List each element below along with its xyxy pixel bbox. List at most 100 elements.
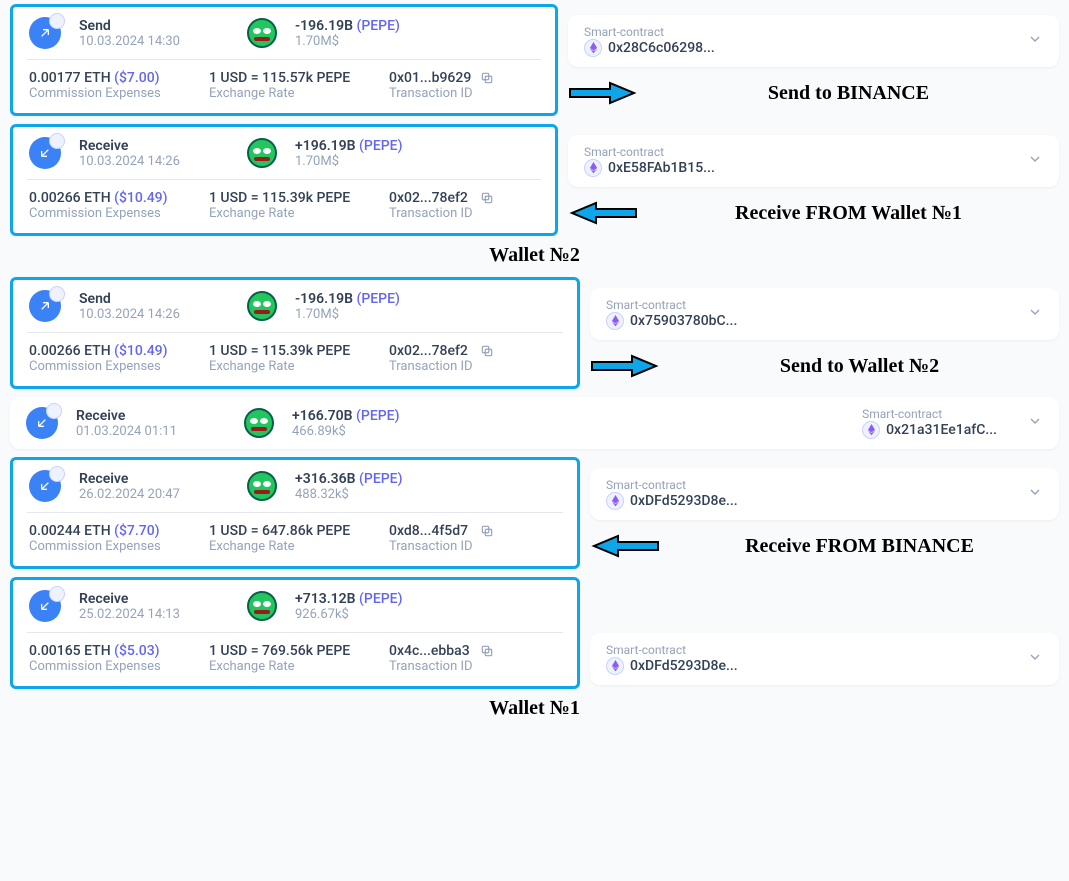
tx-usd: 1.70M$ (295, 34, 400, 49)
tx-type: Receive (79, 471, 229, 487)
txid-label: Transaction ID (389, 539, 473, 554)
tx-amount: +713.12B (295, 591, 356, 607)
chevron-down-icon[interactable] (1027, 413, 1043, 433)
smart-contract-card[interactable]: Smart-contract 0xDFd5293D8e... (590, 633, 1059, 685)
tx-usd: 466.89k$ (292, 424, 399, 439)
copy-icon[interactable] (479, 523, 495, 539)
chevron-down-icon[interactable] (1027, 484, 1043, 504)
send-icon (29, 290, 61, 322)
rate-label: Exchange Rate (209, 659, 359, 674)
receive-icon (29, 137, 61, 169)
txid-value: 0x02...78ef2 (389, 190, 473, 206)
eth-icon (606, 492, 624, 510)
commission-label: Commission Expenses (29, 359, 179, 374)
tx-type: Receive (79, 591, 229, 607)
tx-card[interactable]: Receive 10.03.2024 14:26 +196.19B (PEPE)… (10, 124, 558, 236)
tx-date: 25.02.2024 14:13 (79, 607, 229, 622)
receive-icon (26, 407, 58, 439)
tx-usd: 1.70M$ (295, 154, 402, 169)
eth-icon (584, 39, 602, 57)
txid-label: Transaction ID (389, 86, 473, 101)
smart-contract-card[interactable]: Smart-contract 0xDFd5293D8e... (590, 468, 1059, 520)
pepe-icon (244, 408, 274, 438)
commission-usd: ($10.49) (114, 343, 167, 359)
eth-icon (862, 421, 880, 439)
commission-value: 0.00165 ETH (29, 643, 111, 659)
arrow-left-icon (590, 534, 660, 558)
txid-label: Transaction ID (389, 659, 473, 674)
annotation-text: Receive FROM BINANCE (660, 535, 1059, 558)
chevron-down-icon[interactable] (1027, 649, 1043, 669)
rate-label: Exchange Rate (209, 86, 359, 101)
pepe-icon (247, 471, 277, 501)
tx-usd: 1.70M$ (295, 307, 400, 322)
receive-icon (29, 470, 61, 502)
sc-address: 0x28C6c06298... (608, 40, 715, 56)
annotation-text: Receive FROM Wallet №1 (638, 202, 1059, 225)
sc-address: 0xDFd5293D8e... (630, 493, 738, 509)
sc-label: Smart-contract (606, 478, 738, 492)
rate-value: 1 USD = 647.86k PEPE (209, 523, 359, 539)
arrow-left-icon (568, 201, 638, 225)
tx-card[interactable]: Send 10.03.2024 14:26 -196.19B (PEPE) 1.… (10, 277, 580, 389)
commission-usd: ($5.03) (114, 643, 159, 659)
annotation-text: Send to BINANCE (638, 82, 1059, 105)
tx-amount: -196.19B (295, 18, 353, 34)
rate-value: 1 USD = 115.39k PEPE (209, 190, 359, 206)
commission-value: 0.00244 ETH (29, 523, 111, 539)
pepe-icon (247, 18, 277, 48)
tx-card[interactable]: Send 10.03.2024 14:30 -196.19B (PEPE) 1.… (10, 4, 558, 116)
rate-value: 1 USD = 769.56k PEPE (209, 643, 359, 659)
tx-usd: 926.67k$ (295, 607, 402, 622)
commission-label: Commission Expenses (29, 206, 179, 221)
smart-contract-card[interactable]: Smart-contract 0x75903780bC... (590, 288, 1059, 340)
wallet-label: Wallet №2 (10, 244, 1059, 267)
sc-address: 0x21a31Ee1afC... (886, 422, 997, 438)
rate-value: 1 USD = 115.57k PEPE (209, 70, 359, 86)
pepe-icon (247, 291, 277, 321)
tx-amount: +316.36B (295, 471, 356, 487)
tx-date: 01.03.2024 01:11 (76, 424, 226, 439)
copy-icon[interactable] (479, 70, 495, 86)
sc-label: Smart-contract (606, 298, 737, 312)
sc-label: Smart-contract (584, 145, 715, 159)
smart-contract-card[interactable]: Smart-contract 0x28C6c06298... (568, 15, 1059, 67)
chevron-down-icon[interactable] (1027, 31, 1043, 51)
chevron-down-icon[interactable] (1027, 151, 1043, 171)
txid-label: Transaction ID (389, 359, 473, 374)
commission-label: Commission Expenses (29, 86, 179, 101)
eth-icon (606, 657, 624, 675)
tx-ticker: (PEPE) (356, 408, 399, 424)
tx-card[interactable]: Receive 01.03.2024 01:11 +166.70B (PEPE)… (10, 397, 1059, 449)
rate-value: 1 USD = 115.39k PEPE (209, 343, 359, 359)
tx-card[interactable]: Receive 26.02.2024 20:47 +316.36B (PEPE)… (10, 457, 580, 569)
tx-amount: -196.19B (295, 291, 353, 307)
commission-usd: ($7.70) (114, 523, 159, 539)
tx-ticker: (PEPE) (356, 18, 399, 34)
commission-label: Commission Expenses (29, 539, 179, 554)
sc-address: 0xE58FAb1B15... (608, 160, 715, 176)
tx-usd: 488.32k$ (295, 487, 402, 502)
copy-icon[interactable] (479, 643, 495, 659)
commission-value: 0.00177 ETH (29, 70, 111, 86)
eth-icon (584, 159, 602, 177)
tx-ticker: (PEPE) (359, 138, 402, 154)
sc-label: Smart-contract (862, 407, 997, 421)
tx-date: 26.02.2024 20:47 (79, 487, 229, 502)
tx-card[interactable]: Receive 25.02.2024 14:13 +713.12B (PEPE)… (10, 577, 580, 689)
sc-address: 0xDFd5293D8e... (630, 658, 738, 674)
chevron-down-icon[interactable] (1027, 304, 1043, 324)
tx-amount: +166.70B (292, 408, 353, 424)
tx-type: Send (79, 18, 229, 34)
arrow-right-icon (590, 354, 660, 378)
tx-type: Receive (79, 138, 229, 154)
arrow-right-icon (568, 81, 638, 105)
smart-contract-card[interactable]: Smart-contract 0xE58FAb1B15... (568, 135, 1059, 187)
rate-label: Exchange Rate (209, 539, 359, 554)
copy-icon[interactable] (479, 190, 495, 206)
copy-icon[interactable] (479, 343, 495, 359)
txid-value: 0x02...78ef2 (389, 343, 473, 359)
tx-date: 10.03.2024 14:26 (79, 307, 229, 322)
commission-usd: ($7.00) (114, 70, 159, 86)
pepe-icon (247, 591, 277, 621)
